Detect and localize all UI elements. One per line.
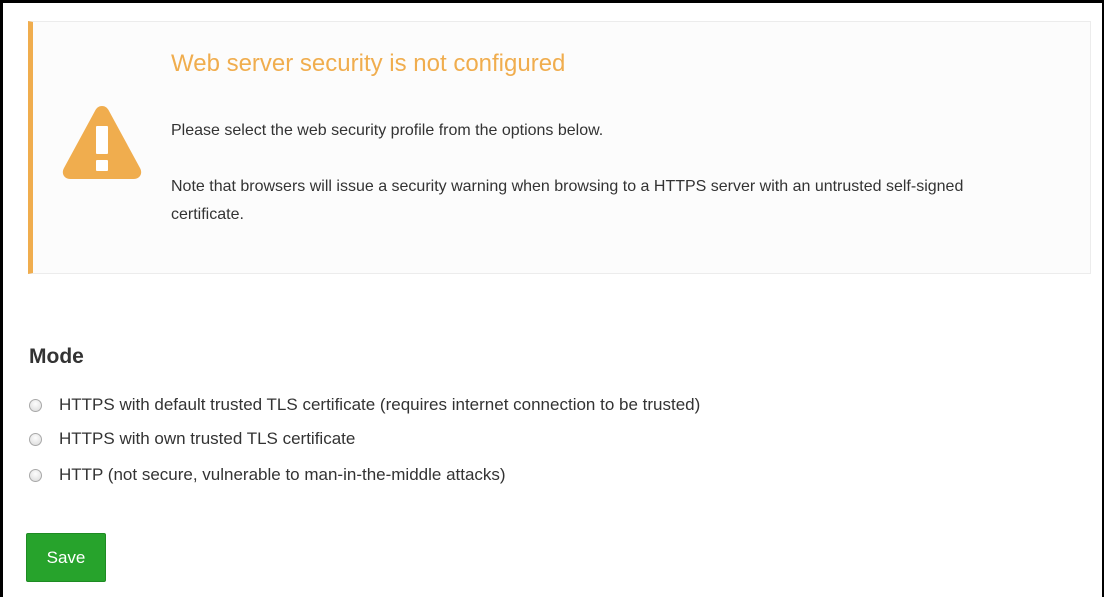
mode-heading: Mode <box>29 345 84 368</box>
warning-triangle-icon <box>62 106 142 179</box>
radio-button[interactable] <box>29 468 42 482</box>
mode-option-https-own[interactable]: HTTPS with own trusted TLS certificate <box>29 427 355 451</box>
security-warning-alert: Web server security is not configured Pl… <box>28 21 1091 274</box>
alert-note-text: Note that browsers will issue a security… <box>171 178 964 223</box>
radio-button[interactable] <box>29 398 42 412</box>
save-button[interactable]: Save <box>26 533 106 582</box>
radio-button[interactable] <box>29 432 42 446</box>
mode-option-label: HTTP (not secure, vulnerable to man-in-t… <box>59 465 506 484</box>
alert-title: Web server security is not configured <box>171 50 566 77</box>
mode-option-https-default[interactable]: HTTPS with default trusted TLS certifica… <box>29 393 700 417</box>
mode-option-http[interactable]: HTTP (not secure, vulnerable to man-in-t… <box>29 463 506 487</box>
mode-option-label: HTTPS with own trusted TLS certificate <box>59 429 356 448</box>
mode-option-label: HTTPS with default trusted TLS certifica… <box>59 395 701 414</box>
alert-instruction-text: Please select the web security profile f… <box>171 122 604 139</box>
